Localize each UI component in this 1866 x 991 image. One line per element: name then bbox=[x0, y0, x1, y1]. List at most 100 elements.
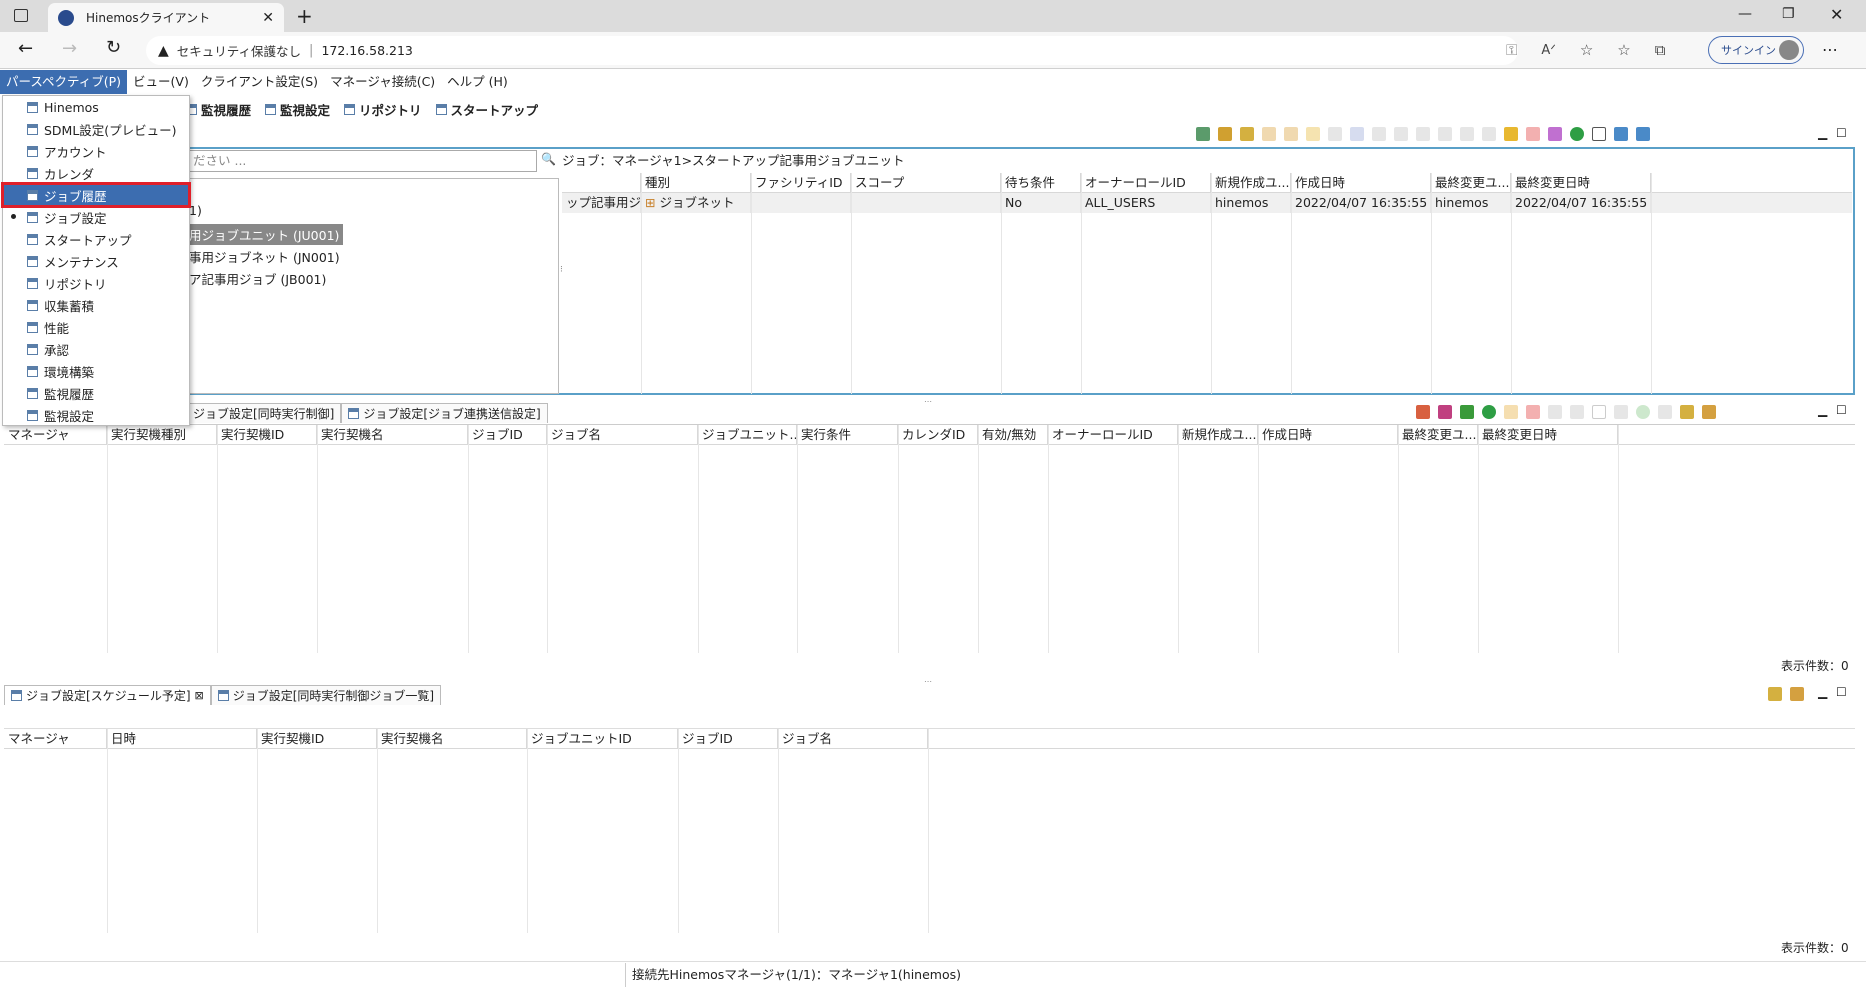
menu-perspective[interactable]: パースペクティブ(P) bbox=[0, 70, 128, 94]
dropdown-item-account[interactable]: アカウント bbox=[3, 140, 189, 162]
favorites-icon[interactable]: ☆ bbox=[1617, 41, 1630, 59]
tree-node-job[interactable]: ア記事用ジョブ (JB001) bbox=[189, 269, 326, 288]
edit-icon[interactable] bbox=[1504, 405, 1518, 419]
add-reference-icon[interactable] bbox=[1350, 127, 1364, 141]
add-file-job-icon[interactable] bbox=[1328, 127, 1342, 141]
address-bar[interactable]: ▲ セキュリティ保護なし | 172.16.58.213 bbox=[146, 36, 1518, 65]
tab-job-link-send[interactable]: ジョブ設定[ジョブ連携送信設定] bbox=[341, 403, 548, 423]
edit-icon[interactable] bbox=[1504, 127, 1518, 141]
close-window-icon[interactable]: ✕ bbox=[1830, 5, 1843, 24]
perspective-monitor-settings[interactable]: 監視設定 bbox=[265, 100, 330, 119]
disable-icon[interactable] bbox=[1592, 405, 1606, 419]
perspective-startup[interactable]: スタートアップ bbox=[435, 100, 538, 119]
perspective-repository[interactable]: リポジトリ bbox=[344, 100, 422, 119]
expand-icon[interactable] bbox=[1636, 127, 1650, 141]
tab-concurrency-control[interactable]: ジョブ設定[同時実行制御] bbox=[186, 403, 342, 423]
collapse-icon[interactable] bbox=[1614, 127, 1628, 141]
add-jobnotify-icon[interactable] bbox=[1438, 127, 1452, 141]
dropdown-item-hinemos[interactable]: Hinemos bbox=[3, 96, 189, 118]
tab-actions-icon[interactable] bbox=[14, 9, 28, 22]
add-monitor-job-icon[interactable] bbox=[1394, 127, 1408, 141]
add-approval-icon[interactable] bbox=[1372, 127, 1386, 141]
favorite-add-icon[interactable]: ☆ bbox=[1580, 41, 1593, 59]
dropdown-item-sdml[interactable]: SDML設定(プレビュー) bbox=[3, 118, 189, 140]
new-tab-icon[interactable]: + bbox=[296, 4, 313, 28]
dropdown-item-collection[interactable]: 収集蓄積 bbox=[3, 294, 189, 316]
dropdown-item-monitor-history[interactable]: 監視履歴 bbox=[3, 382, 189, 404]
add-filecheck-icon[interactable] bbox=[1416, 127, 1430, 141]
dropdown-item-maintenance[interactable]: メンテナンス bbox=[3, 250, 189, 272]
add-jobunit-icon[interactable] bbox=[1262, 127, 1276, 141]
perspective-monitor-history[interactable]: 監視履歴 bbox=[186, 100, 251, 119]
signin-button[interactable]: サインイン bbox=[1708, 36, 1804, 64]
back-icon[interactable]: ← bbox=[18, 38, 33, 59]
close-tab-icon[interactable]: ✕ bbox=[262, 10, 274, 26]
table-row[interactable]: ップ記事用ジ... ⊞ ジョブネット No ALL_USERS hinemos … bbox=[562, 193, 1852, 213]
delete-icon[interactable] bbox=[1526, 405, 1540, 419]
dropdown-item-monitor-settings[interactable]: 監視設定 bbox=[3, 404, 189, 426]
menu-view[interactable]: ビュー(V) bbox=[127, 70, 195, 94]
tree-node-manager[interactable]: 1) bbox=[189, 203, 202, 218]
search-icon[interactable]: 🔍 bbox=[541, 152, 556, 166]
view-maximize-icon[interactable]: ☐ bbox=[1836, 685, 1847, 699]
reload-icon[interactable]: ↻ bbox=[106, 37, 121, 58]
collections-icon[interactable]: ⧉ bbox=[1655, 41, 1666, 59]
refresh-icon[interactable] bbox=[1240, 127, 1254, 141]
view-minimize-icon[interactable]: ▁ bbox=[1818, 126, 1827, 140]
import-icon[interactable] bbox=[1218, 127, 1232, 141]
dropdown-item-job-history[interactable]: ジョブ履歴 bbox=[1, 182, 191, 208]
tab-schedule-plan[interactable]: ジョブ設定[スケジュール予定] ⊠ bbox=[4, 685, 211, 705]
dropdown-item-repository[interactable]: リポジトリ bbox=[3, 272, 189, 294]
dropdown-item-calendar[interactable]: カレンダ bbox=[3, 162, 189, 184]
tree-node-jobnet[interactable]: 事用ジョブネット (JN001) bbox=[189, 247, 340, 266]
add-link-trigger-icon[interactable] bbox=[1482, 405, 1496, 419]
read-aloud-icon[interactable]: Aᐟ bbox=[1541, 43, 1555, 58]
forward-icon[interactable]: → bbox=[62, 38, 77, 59]
browser-tab[interactable]: Hinemosクライアント ✕ bbox=[48, 3, 284, 32]
dropdown-item-job-settings[interactable]: ジョブ設定 bbox=[3, 206, 189, 228]
tree-node-jobunit[interactable]: 用ジョブユニット (JU001) bbox=[185, 224, 344, 245]
export-icon[interactable] bbox=[1196, 127, 1210, 141]
pin-icon[interactable] bbox=[1702, 405, 1716, 419]
pin-icon[interactable] bbox=[1790, 687, 1804, 701]
add-schedule-icon[interactable] bbox=[1416, 405, 1430, 419]
menu-client-settings[interactable]: クライアント設定(S) bbox=[195, 70, 324, 94]
add-resource-icon[interactable] bbox=[1460, 127, 1474, 141]
view-maximize-icon[interactable]: ☐ bbox=[1836, 126, 1847, 140]
add-job-icon[interactable] bbox=[1306, 127, 1320, 141]
more-icon[interactable]: ⋯ bbox=[1822, 40, 1838, 59]
tree-toggle-icon[interactable] bbox=[1592, 127, 1606, 141]
key-icon[interactable]: ⚿ bbox=[1506, 41, 1517, 59]
close-tab-icon[interactable]: ⊠ bbox=[195, 689, 204, 702]
view-maximize-icon[interactable]: ☐ bbox=[1836, 403, 1847, 417]
splitter-handle[interactable]: ⋯ bbox=[924, 397, 932, 406]
refresh-icon[interactable] bbox=[1680, 405, 1694, 419]
splitter-handle[interactable]: ⋯ bbox=[924, 677, 932, 686]
dropdown-item-infra[interactable]: 環境構築 bbox=[3, 360, 189, 382]
view-minimize-icon[interactable]: ▁ bbox=[1818, 403, 1827, 417]
tab-concurrency-job-list[interactable]: ジョブ設定[同時実行制御ジョブ一覧] bbox=[210, 685, 442, 705]
view-minimize-icon[interactable]: ▁ bbox=[1818, 685, 1827, 699]
tree-filter-input[interactable]: ださい ... bbox=[170, 150, 537, 172]
menu-manager-connection[interactable]: マネージャ接続(C) bbox=[324, 70, 441, 94]
add-file-trigger-icon[interactable] bbox=[1438, 405, 1452, 419]
object-privilege-icon[interactable] bbox=[1614, 405, 1628, 419]
delete-icon[interactable] bbox=[1526, 127, 1540, 141]
dropdown-item-startup[interactable]: スタートアップ bbox=[3, 228, 189, 250]
refresh-icon[interactable] bbox=[1768, 687, 1782, 701]
minimize-icon[interactable]: — bbox=[1738, 6, 1752, 22]
table-icon bbox=[27, 365, 38, 377]
add-manual-trigger-icon[interactable] bbox=[1460, 405, 1474, 419]
add-jobnet-icon[interactable] bbox=[1284, 127, 1298, 141]
run-icon[interactable] bbox=[1636, 405, 1650, 419]
dropdown-item-performance[interactable]: 性能 bbox=[3, 316, 189, 338]
filter-icon[interactable] bbox=[1658, 405, 1672, 419]
enable-icon[interactable] bbox=[1570, 405, 1584, 419]
restore-icon[interactable]: ❐ bbox=[1782, 6, 1795, 22]
menu-help[interactable]: ヘルプ (H) bbox=[441, 70, 514, 94]
lock-edit-icon[interactable] bbox=[1548, 127, 1562, 141]
run-icon[interactable] bbox=[1570, 127, 1584, 141]
dropdown-item-approval[interactable]: 承認 bbox=[3, 338, 189, 360]
add-rpa-icon[interactable] bbox=[1482, 127, 1496, 141]
copy-icon[interactable] bbox=[1548, 405, 1562, 419]
